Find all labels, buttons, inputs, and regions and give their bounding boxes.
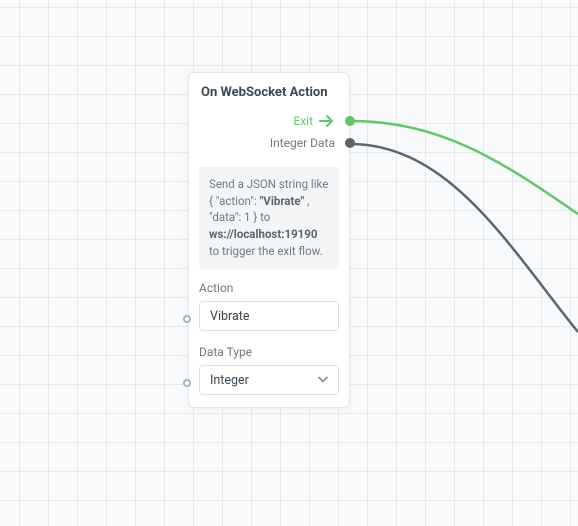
exit-port-label: Exit	[293, 114, 313, 128]
hint-line-3: to trigger the exit flow.	[209, 244, 323, 258]
datatype-select[interactable]	[199, 365, 339, 395]
node-title: On WebSocket Action	[189, 73, 349, 110]
action-input[interactable]	[199, 301, 339, 331]
exit-port-row[interactable]: Exit	[189, 110, 349, 132]
hint-url: ws://localhost:19190	[209, 227, 317, 241]
hint-box: Send a JSON string like { "action": "Vib…	[199, 166, 339, 269]
datatype-label: Data Type	[199, 345, 339, 359]
exit-wire	[350, 121, 578, 214]
data-port-row[interactable]: Integer Data	[189, 132, 349, 154]
hint-action: "Vibrate"	[260, 194, 305, 208]
data-output-port[interactable]	[345, 138, 355, 148]
data-wire	[350, 144, 578, 332]
action-field-block: Action	[189, 279, 349, 343]
datatype-input-port[interactable]	[183, 379, 191, 387]
action-input-port[interactable]	[183, 315, 191, 323]
node-card[interactable]: On WebSocket Action Exit Integer Data Se…	[188, 72, 350, 408]
exit-output-port[interactable]	[345, 116, 355, 126]
datatype-field-block: Data Type	[189, 343, 349, 407]
arrow-right-icon	[319, 114, 335, 128]
data-port-label: Integer Data	[270, 136, 335, 150]
output-ports: Exit Integer Data	[189, 110, 349, 162]
action-label: Action	[199, 281, 339, 295]
